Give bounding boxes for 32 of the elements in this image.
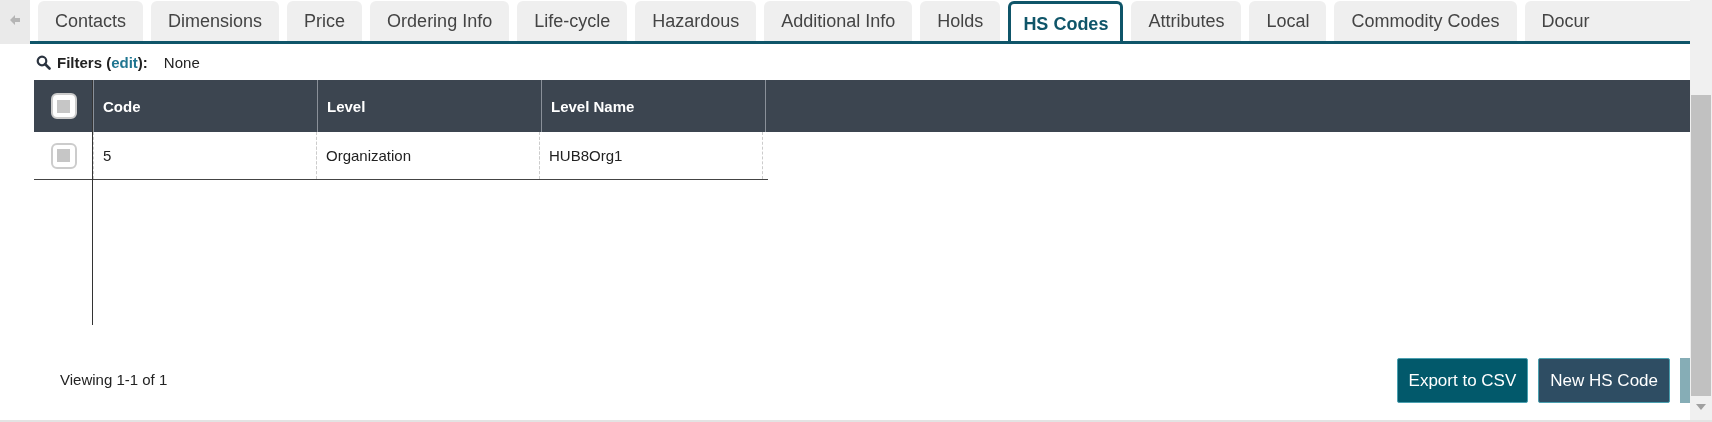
filters-label: Filters (edit): — [57, 54, 148, 71]
tab[interactable]: Additional Info — [764, 1, 913, 41]
pagination-info: Viewing 1-1 of 1 — [60, 371, 168, 388]
tab[interactable]: Price — [287, 1, 363, 41]
tab[interactable]: HS Codes — [1008, 1, 1124, 41]
row-checkbox[interactable] — [50, 142, 77, 169]
tab[interactable]: Life-cycle — [517, 1, 628, 41]
tab[interactable]: Attributes — [1131, 1, 1242, 41]
left-arrow-icon — [9, 14, 21, 26]
export-button[interactable]: Export to CSV — [1396, 358, 1529, 403]
edit-link[interactable]: edit — [111, 54, 138, 71]
scrollbar-thumb[interactable] — [1691, 95, 1711, 396]
tab[interactable]: Holds — [920, 1, 1001, 41]
tab[interactable]: Commodity Codes — [1334, 1, 1517, 41]
column-header[interactable]: Level Name — [541, 80, 765, 132]
column-header[interactable]: Level — [317, 80, 541, 132]
table-cell: HUB8Org1 — [539, 132, 763, 179]
select-all-checkbox[interactable] — [50, 93, 77, 119]
new-button[interactable]: New HS Code — [1538, 358, 1670, 403]
tab[interactable]: Dimensions — [151, 1, 280, 41]
filters-value: None — [163, 54, 200, 71]
table-cell: Organization — [316, 132, 540, 179]
tab[interactable]: Contacts — [38, 1, 144, 41]
back-button[interactable] — [0, 0, 30, 44]
tab[interactable]: Hazardous — [635, 1, 757, 41]
tab[interactable]: Docur — [1524, 1, 1690, 41]
tab[interactable]: Local — [1249, 1, 1327, 41]
scrollbar[interactable] — [1690, 0, 1712, 420]
down-arrow-icon[interactable] — [1696, 404, 1706, 410]
tab[interactable]: Ordering Info — [370, 1, 510, 41]
search-icon — [36, 55, 51, 70]
partial-button[interactable] — [1680, 358, 1690, 403]
